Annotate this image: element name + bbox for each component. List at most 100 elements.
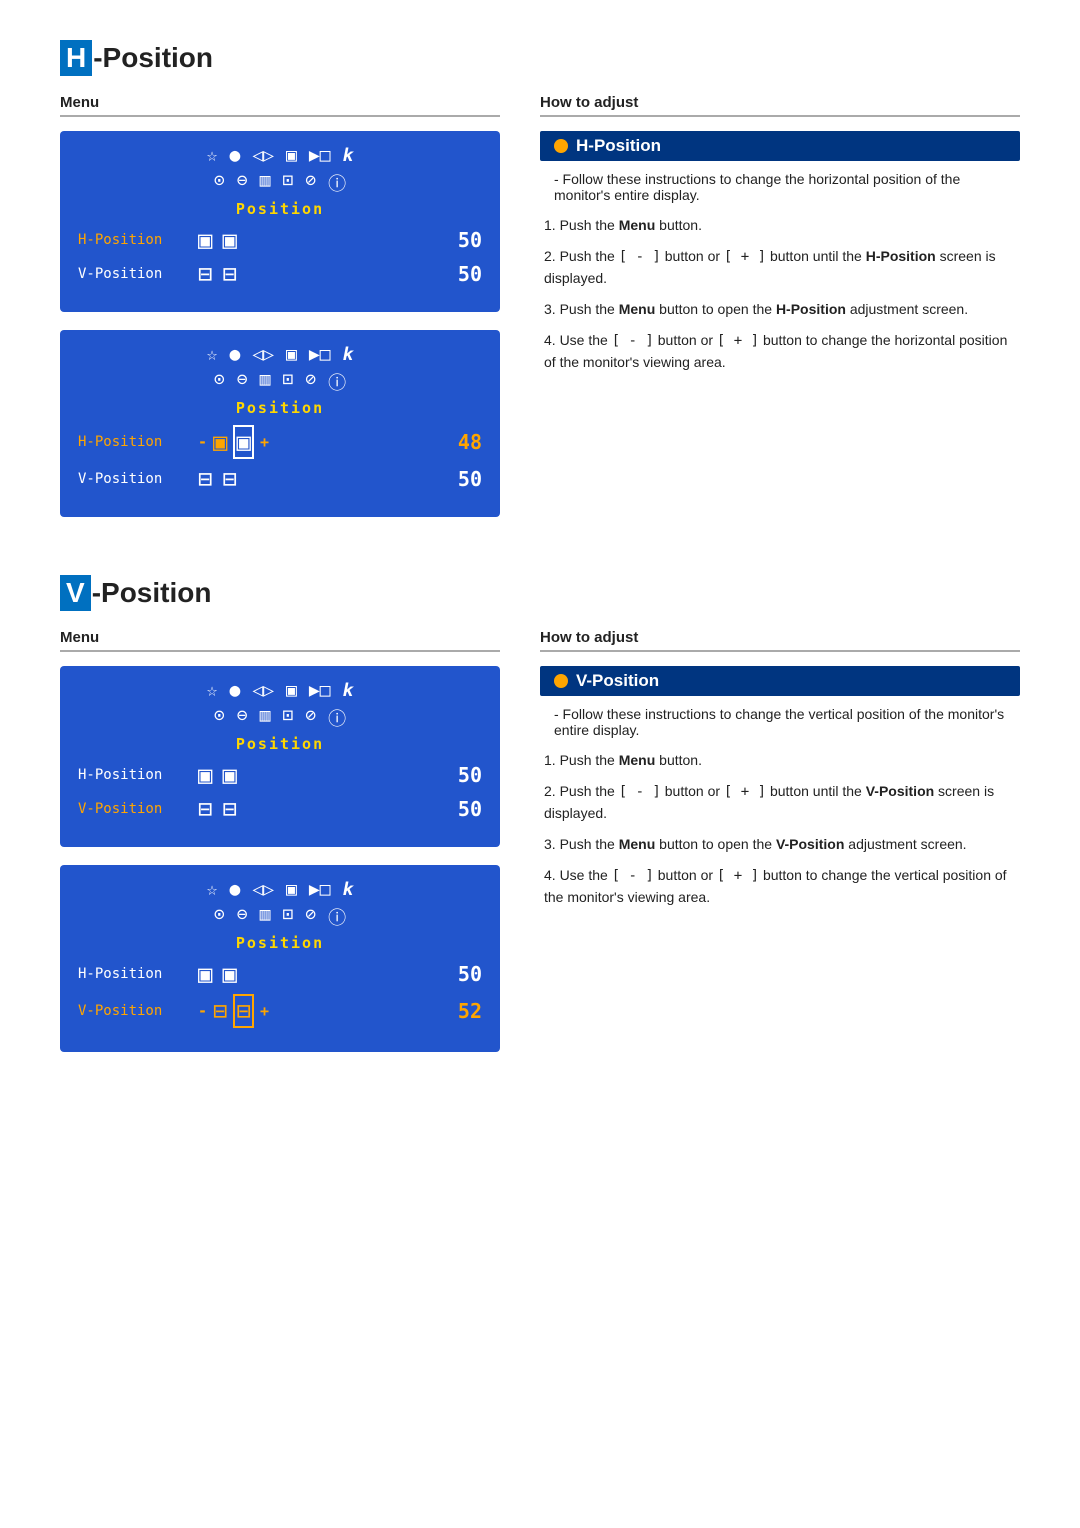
h-screen2-v-value: 50 — [452, 467, 482, 491]
v-screen1-v-value: 50 — [452, 797, 482, 821]
icon-k: k — [343, 145, 354, 166]
h-position-title: H -Position — [60, 40, 1020, 76]
icon-grid: ▥ — [260, 170, 271, 196]
v-screen1-title: Position — [78, 735, 482, 753]
h-screen2-plus: + — [260, 433, 269, 451]
h-screen2-h-value: 48 — [452, 430, 482, 454]
icon-square-v1: ⊡ — [282, 705, 293, 731]
v-screen1-h-row: H-Position ▣ ▣ 50 — [78, 761, 482, 789]
icon-vpos-v2-left: ⊟ — [213, 997, 227, 1025]
v-menu-col: Menu ☆ ● ◁▷ ▣ ▶□ k ⊙ ⊖ ▥ ⊡ ⊘ ⓘ — [60, 629, 500, 1070]
h-screen1-h-value: 50 — [452, 228, 482, 252]
v-step4: 4. Use the [ - ] button or [ + ] button … — [540, 865, 1020, 908]
h-screen1-icons-row2: ⊙ ⊖ ▥ ⊡ ⊘ ⓘ — [78, 170, 482, 196]
h-screen1-v-row: V-Position ⊟ ⊟ 50 — [78, 260, 482, 288]
icon-info-v2: ⓘ — [328, 904, 346, 930]
h-step2-bold: H-Position — [866, 248, 936, 264]
v-section-divider: Menu ☆ ● ◁▷ ▣ ▶□ k ⊙ ⊖ ▥ ⊡ ⊘ ⓘ — [60, 629, 1020, 1070]
icon-hpos2-right: ▣ — [233, 425, 253, 459]
v-screen2-icons-row1: ☆ ● ◁▷ ▣ ▶□ k — [78, 879, 482, 900]
v-position-section: V -Position Menu ☆ ● ◁▷ ▣ ▶□ k ⊙ ⊖ ▥ — [60, 575, 1020, 1070]
icon-square-v2: ⊡ — [282, 904, 293, 930]
v-rest: -Position — [92, 577, 212, 609]
icon-contrast: ● — [229, 145, 240, 166]
icon-triangle: ◁▷ — [252, 145, 274, 166]
v-step1-bold: Menu — [619, 752, 656, 768]
icon-contrast-v1: ● — [229, 680, 240, 701]
h-step4-bracket1: [ - ] — [612, 333, 654, 349]
v-position-title: V -Position — [60, 575, 1020, 611]
v-screen2-v-label: V-Position — [78, 1003, 198, 1019]
v-howto-col: How to adjust V-Position - Follow these … — [540, 629, 1020, 1070]
icon-rect1: ▣ — [286, 145, 297, 166]
icon-info2: ⓘ — [328, 369, 346, 395]
v-screen2-icons-row2: ⊙ ⊖ ▥ ⊡ ⊘ ⓘ — [78, 904, 482, 930]
h-screen1-v-label: V-Position — [78, 266, 198, 282]
icon-vpos-v2-right: ⊟ — [233, 994, 253, 1028]
icon-info: ⓘ — [328, 170, 346, 196]
h-howto-col: How to adjust H-Position - Follow these … — [540, 94, 1020, 535]
v-screen1-v-icons: ⊟ ⊟ — [198, 795, 452, 823]
v-howto-header: How to adjust — [540, 629, 1020, 652]
h-step3-bold2: H-Position — [776, 301, 846, 317]
h-highlight: H — [60, 40, 92, 76]
icon-grid2: ▥ — [260, 369, 271, 395]
h-screen2-icons-row1: ☆ ● ◁▷ ▣ ▶□ k — [78, 344, 482, 365]
icon-circle-line-v1: ⊘ — [305, 705, 316, 731]
icon-sun-v1: ☆ — [207, 680, 218, 701]
icon-smile-v2: ⊖ — [237, 904, 248, 930]
v-screen2-title: Position — [78, 934, 482, 952]
v-howto-title: V-Position — [576, 671, 659, 691]
h-screen2-icons-row2: ⊙ ⊖ ▥ ⊡ ⊘ ⓘ — [78, 369, 482, 395]
v-screen2-h-icons: ▣ ▣ — [198, 960, 452, 988]
h-step4-bracket2: [ + ] — [717, 333, 759, 349]
h-step1-bold: Menu — [619, 217, 656, 233]
h-screen2-title: Position — [78, 399, 482, 417]
h-step2-bracket1: [ - ] — [619, 249, 661, 265]
h-howto-header: How to adjust — [540, 94, 1020, 117]
icon-square: ⊡ — [282, 170, 293, 196]
icon-arrow-rect2: ▶□ — [309, 344, 331, 365]
icon-vpos-left: ⊟ — [198, 260, 212, 288]
h-screen1-icons-row1: ☆ ● ◁▷ ▣ ▶□ k — [78, 145, 482, 166]
icon-ring-v1: ⊙ — [214, 705, 225, 731]
icon-ring-v2: ⊙ — [214, 904, 225, 930]
h-screen1: ☆ ● ◁▷ ▣ ▶□ k ⊙ ⊖ ▥ ⊡ ⊘ ⓘ Position H — [60, 131, 500, 312]
v-screen1-icons-row1: ☆ ● ◁▷ ▣ ▶□ k — [78, 680, 482, 701]
icon-hpos-v1-right: ▣ — [222, 761, 236, 789]
v-howto-dot — [554, 674, 568, 688]
icon-hpos-left: ▣ — [198, 226, 212, 254]
h-step3: 3. Push the Menu button to open the H-Po… — [540, 299, 1020, 320]
v-screen1-h-label: H-Position — [78, 767, 198, 783]
v-screen2-minus: - — [198, 1002, 207, 1020]
icon-sun-v2: ☆ — [207, 879, 218, 900]
icon-hpos-v1-left: ▣ — [198, 761, 212, 789]
v-step2: 2. Push the [ - ] button or [ + ] button… — [540, 781, 1020, 824]
h-screen2-v-icons: ⊟ ⊟ — [198, 465, 452, 493]
v-screen2-h-label: H-Position — [78, 966, 198, 982]
icon-contrast2: ● — [229, 344, 240, 365]
icon-smile: ⊖ — [237, 170, 248, 196]
v-howto-desc: - Follow these instructions to change th… — [540, 706, 1020, 738]
v-step4-bracket1: [ - ] — [612, 868, 654, 884]
icon-rect-v1: ▣ — [286, 680, 297, 701]
h-screen1-h-row: H-Position ▣ ▣ 50 — [78, 226, 482, 254]
icon-vpos-v1-right: ⊟ — [222, 795, 236, 823]
icon-triangle-v2: ◁▷ — [252, 879, 274, 900]
icon-sun: ☆ — [207, 145, 218, 166]
icon-k-v1: k — [343, 680, 354, 701]
icon-ring: ⊙ — [214, 170, 225, 196]
v-screen2-v-value: 52 — [452, 999, 482, 1023]
h-howto-title: H-Position — [576, 136, 661, 156]
v-step2-bold: V-Position — [866, 783, 934, 799]
v-step2-bracket1: [ - ] — [619, 784, 661, 800]
h-rest: -Position — [93, 42, 213, 74]
icon-circle-line2: ⊘ — [305, 369, 316, 395]
icon-arrow-rect-v1: ▶□ — [309, 680, 331, 701]
icon-rect2: ▣ — [286, 344, 297, 365]
h-screen1-h-icons: ▣ ▣ — [198, 226, 452, 254]
h-screen2-v-row: V-Position ⊟ ⊟ 50 — [78, 465, 482, 493]
h-screen2-v-label: V-Position — [78, 471, 198, 487]
h-screen1-title: Position — [78, 200, 482, 218]
icon-grid-v1: ▥ — [260, 705, 271, 731]
